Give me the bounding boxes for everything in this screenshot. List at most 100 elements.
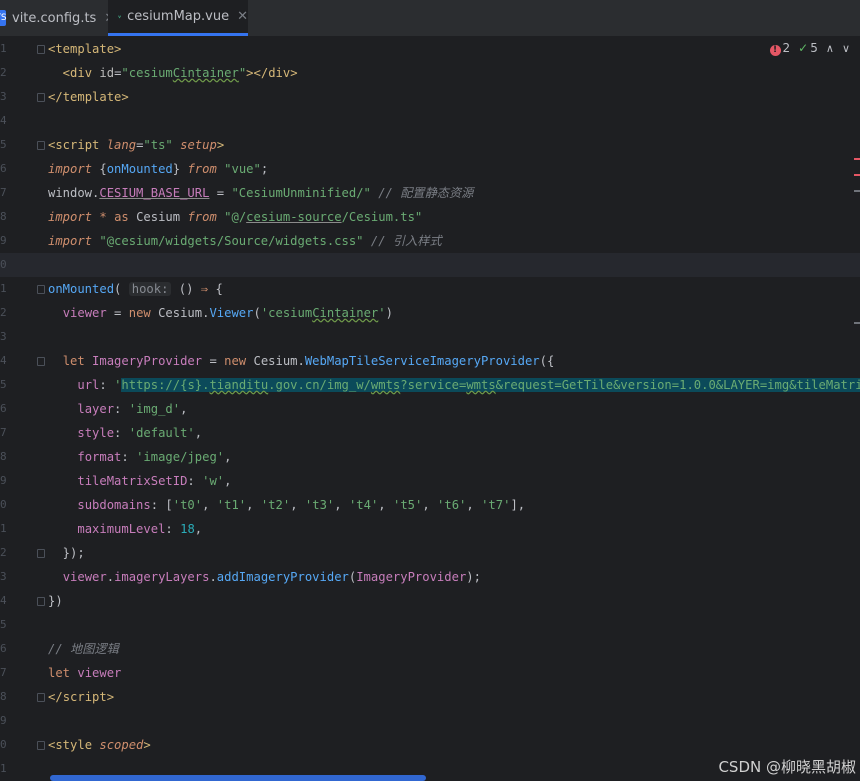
code-line[interactable]: 0 <style scoped> <box>0 733 860 757</box>
code-line[interactable]: 8 import * as Cesium from "@/cesium-sourc… <box>0 205 860 229</box>
code-text: <style scoped> <box>48 733 151 757</box>
code-token: , <box>290 498 305 512</box>
line-number: 3 <box>0 90 7 103</box>
fold-marker-icon[interactable] <box>37 693 45 702</box>
chevron-up-icon[interactable]: ∧ <box>826 42 834 55</box>
code-token: wmts <box>466 378 496 392</box>
code-line[interactable]: 4}) <box>0 589 860 613</box>
code-token: onMounted <box>106 162 173 176</box>
code-token: cesium-source <box>246 210 342 224</box>
code-token: tileMatrixSetID <box>77 474 188 488</box>
code-line[interactable]: 7 style: 'default', <box>0 421 860 445</box>
line-number: 5 <box>0 138 7 151</box>
code-token: , <box>180 402 188 416</box>
code-token: let <box>48 666 71 680</box>
code-token: * <box>99 210 107 224</box>
code-token: , <box>378 498 393 512</box>
fold-marker-icon[interactable] <box>37 285 45 294</box>
code-line[interactable]: 1 maximumLevel: 18, <box>0 517 860 541</box>
code-token: div <box>268 66 291 80</box>
code-token: import <box>48 234 93 248</box>
code-line[interactable]: 6 // 地图逻辑 <box>0 637 860 661</box>
error-stripe-marker[interactable] <box>854 190 860 192</box>
warning-count[interactable]: ✓ 5 <box>798 41 818 55</box>
fold-marker-icon[interactable] <box>37 597 45 606</box>
code-line[interactable]: 0 <box>0 253 860 277</box>
line-number: 4 <box>0 594 7 607</box>
code-token: 't0' <box>172 498 203 512</box>
fold-marker-icon[interactable] <box>37 741 45 750</box>
fold-marker-icon[interactable] <box>37 549 45 558</box>
chevron-down-icon[interactable]: ∨ <box>842 42 850 55</box>
editor-tab-bar: TS vite.config.ts ✕ cesiumMap.vue ✕ <box>0 0 860 37</box>
code-line[interactable]: 6 layer: 'img_d', <box>0 397 860 421</box>
vue-icon <box>118 15 122 18</box>
close-icon[interactable]: ✕ <box>237 9 248 24</box>
code-line[interactable]: 8 format: 'image/jpeg', <box>0 445 860 469</box>
code-line[interactable]: 3 </template> <box>0 85 860 109</box>
code-line[interactable]: 6 import {onMounted} from "vue"; <box>0 157 860 181</box>
code-token: 'w' <box>202 474 225 488</box>
error-stripe-marker[interactable] <box>854 158 860 160</box>
code-token: { <box>92 162 107 176</box>
inspection-widget[interactable]: ! 2 ✓ 5 ∧ ∨ <box>769 41 850 56</box>
code-text: <div id="cesiumCintainer"></div> <box>48 61 298 85</box>
code-line[interactable]: 5 <box>0 613 860 637</box>
code-line[interactable]: 9 tileMatrixSetID: 'w', <box>0 469 860 493</box>
code-line[interactable]: 8 </script> <box>0 685 860 709</box>
code-token: Cintainer <box>172 66 239 80</box>
typescript-icon: TS <box>0 10 7 26</box>
code-line[interactable]: 1 onMounted( hook: () ⇒ { <box>0 277 860 301</box>
tab-cesium-map[interactable]: cesiumMap.vue ✕ <box>108 0 248 36</box>
code-token: 't4' <box>348 498 379 512</box>
code-token: "vue" <box>224 162 261 176</box>
code-line[interactable]: 9 import "@cesium/widgets/Source/widgets.… <box>0 229 860 253</box>
tab-vite-config[interactable]: TS vite.config.ts ✕ <box>0 0 115 36</box>
fold-marker-icon[interactable] <box>37 45 45 54</box>
line-number: 9 <box>0 234 7 247</box>
code-line[interactable]: 4 <box>0 109 860 133</box>
line-number: 8 <box>0 690 7 703</box>
fold-marker-icon[interactable] <box>37 141 45 150</box>
tab-label: cesiumMap.vue <box>127 9 230 24</box>
code-line[interactable]: 4 let ImageryProvider = new Cesium.WebMa… <box>0 349 860 373</box>
error-count[interactable]: ! 2 <box>769 41 790 56</box>
code-line[interactable]: 5 url: 'https://{s}.tianditu.gov.cn/img_… <box>0 373 860 397</box>
code-token: setup <box>180 138 217 152</box>
code-editor[interactable]: 1 <template> 2 <div id="cesiumCintainer"><… <box>0 37 860 781</box>
code-line[interactable]: 2 <div id="cesiumCintainer"></div> <box>0 61 860 85</box>
code-token: https://{s}. <box>121 378 210 392</box>
code-line[interactable]: 2 }); <box>0 541 860 565</box>
horizontal-scrollbar[interactable] <box>50 775 426 781</box>
code-token: new <box>128 306 151 320</box>
code-text: maximumLevel: 18, <box>48 517 202 541</box>
code-line[interactable]: 7 window.CESIUM_BASE_URL = "CesiumUnminif… <box>0 181 860 205</box>
fold-marker-icon[interactable] <box>37 93 45 102</box>
code-line[interactable]: 9 <box>0 709 860 733</box>
error-stripe-marker[interactable] <box>854 322 860 324</box>
code-text: </template> <box>48 85 129 109</box>
line-number: 0 <box>0 258 7 271</box>
code-text: <template> <box>48 37 121 61</box>
code-line[interactable]: 2 viewer = new Cesium.Viewer('cesiumCint… <box>0 301 860 325</box>
code-token: : [ <box>150 498 173 512</box>
code-token: viewer <box>77 666 122 680</box>
code-token: ], <box>510 498 526 512</box>
code-token: , <box>246 498 261 512</box>
code-line[interactable]: 7 let viewer <box>0 661 860 685</box>
code-line[interactable]: 0 subdomains: ['t0', 't1', 't2', 't3', '… <box>0 493 860 517</box>
code-token: } <box>172 162 188 176</box>
code-line[interactable]: 3 viewer.imageryLayers.addImageryProvide… <box>0 565 860 589</box>
code-token: Cesium <box>128 210 188 224</box>
fold-marker-icon[interactable] <box>37 357 45 366</box>
code-token: . <box>106 570 115 584</box>
code-text: import "@cesium/widgets/Source/widgets.c… <box>48 229 442 253</box>
code-line[interactable]: 5 <script lang="ts" setup> <box>0 133 860 157</box>
code-line[interactable]: 1 <template> <box>0 37 860 61</box>
error-stripe-marker[interactable] <box>854 174 860 176</box>
code-line[interactable]: 3 <box>0 325 860 349</box>
line-number: 8 <box>0 450 7 463</box>
